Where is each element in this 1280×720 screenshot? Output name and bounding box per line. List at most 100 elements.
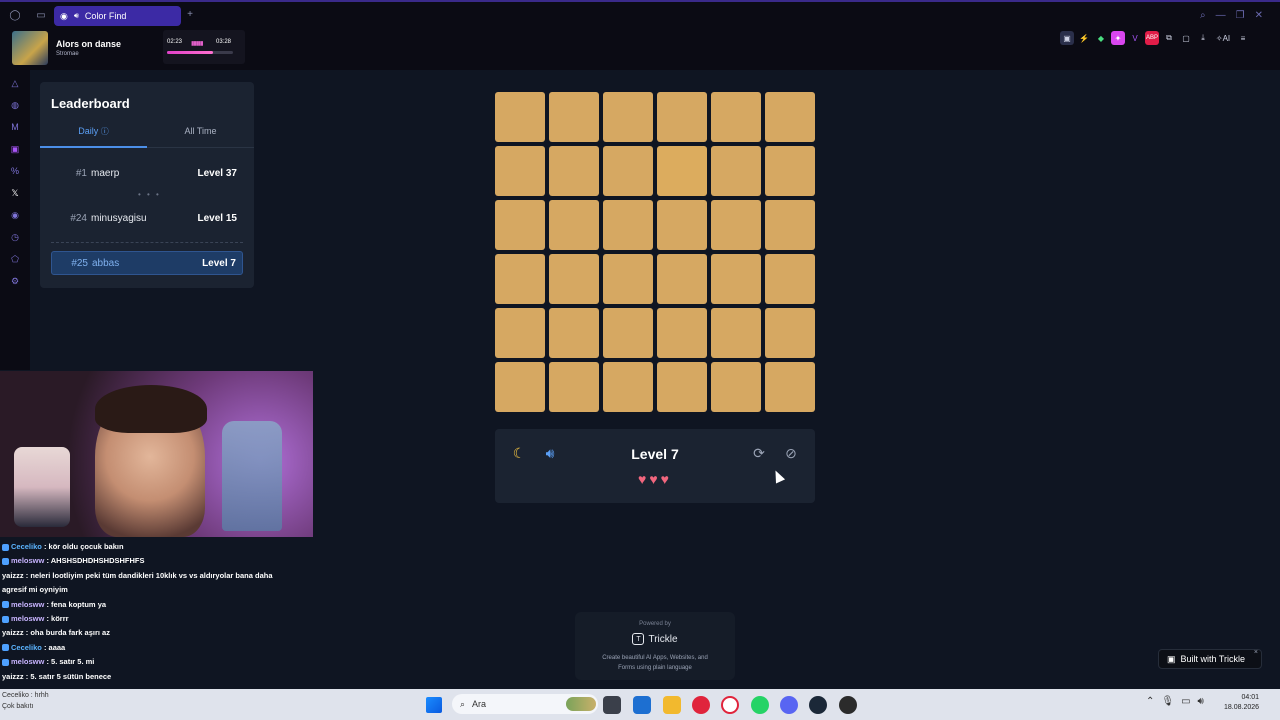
grid-cell[interactable] bbox=[765, 92, 815, 142]
chat-username[interactable]: melosww bbox=[11, 657, 44, 666]
minimize-button[interactable]: — bbox=[1216, 10, 1226, 21]
grid-cell[interactable] bbox=[711, 362, 761, 412]
chat-username[interactable]: melosww bbox=[11, 614, 44, 623]
grid-cell[interactable] bbox=[495, 92, 545, 142]
grid-cell[interactable] bbox=[765, 146, 815, 196]
media-player-icon[interactable] bbox=[692, 696, 710, 714]
app-icon[interactable] bbox=[839, 696, 857, 714]
chat-badge-icon bbox=[2, 601, 9, 609]
grid-cell[interactable] bbox=[603, 200, 653, 250]
grid-cell[interactable] bbox=[711, 92, 761, 142]
info-icon[interactable]: ⓘ bbox=[101, 127, 109, 136]
chat-username[interactable]: Ceceliko bbox=[11, 643, 42, 652]
microphone-icon[interactable]: 🎙︎ bbox=[1161, 696, 1174, 707]
x-icon[interactable]: 𝕏 bbox=[8, 186, 22, 200]
player-progress[interactable]: 02:23 ▮▮▮▮▮ 03:28 bbox=[163, 30, 245, 64]
grid-cell[interactable] bbox=[711, 308, 761, 358]
ai-icon[interactable]: ✧AI bbox=[1213, 31, 1233, 45]
built-with-trickle-badge[interactable]: ▣ Built with Trickle × bbox=[1158, 649, 1262, 669]
grid-cell[interactable] bbox=[549, 308, 599, 358]
grid-cell[interactable] bbox=[765, 200, 815, 250]
grid-cell[interactable] bbox=[657, 92, 707, 142]
display-icon[interactable]: ▭ bbox=[1181, 696, 1190, 707]
tab-all-time[interactable]: All Time bbox=[147, 126, 254, 148]
whatsapp-icon[interactable] bbox=[751, 696, 769, 714]
close-icon[interactable]: × bbox=[1254, 649, 1258, 656]
extensions-puzzle-icon[interactable]: ⧉ bbox=[1162, 31, 1176, 45]
extension-5-icon[interactable]: V bbox=[1128, 31, 1142, 45]
outlook-icon[interactable] bbox=[633, 696, 651, 714]
grid-cell[interactable] bbox=[495, 146, 545, 196]
wallet-icon[interactable]: ▢ bbox=[1179, 31, 1193, 45]
grid-cell[interactable] bbox=[603, 362, 653, 412]
chat-username[interactable]: melosww bbox=[11, 600, 44, 609]
grid-cell[interactable] bbox=[603, 308, 653, 358]
grid-cell[interactable] bbox=[711, 146, 761, 196]
chat-username[interactable]: Ceceliko bbox=[11, 542, 42, 551]
audio-playing-icon[interactable]: 🔊︎ bbox=[74, 11, 79, 21]
grid-cell[interactable] bbox=[765, 362, 815, 412]
close-button[interactable]: ✕ bbox=[1255, 10, 1263, 21]
grid-cell[interactable] bbox=[657, 308, 707, 358]
grid-cell[interactable] bbox=[495, 308, 545, 358]
grid-cell[interactable] bbox=[495, 254, 545, 304]
progress-bar[interactable] bbox=[167, 51, 233, 54]
grid-cell[interactable] bbox=[765, 254, 815, 304]
extension-2-icon[interactable]: ⚡ bbox=[1077, 31, 1091, 45]
history-icon[interactable]: ◷ bbox=[8, 230, 22, 244]
apps-icon[interactable]: △ bbox=[8, 76, 22, 90]
grid-cell[interactable] bbox=[657, 254, 707, 304]
mail-icon[interactable]: M bbox=[8, 120, 22, 134]
download-icon[interactable]: ⤓ bbox=[1196, 31, 1210, 45]
chat-message: melosww : körrr bbox=[2, 612, 311, 626]
taskbar-clock[interactable]: 04:01 18.08.2026 bbox=[1224, 693, 1259, 713]
task-view-icon[interactable] bbox=[603, 696, 621, 714]
extension-4-icon[interactable]: ✦ bbox=[1111, 31, 1125, 45]
grid-cell[interactable] bbox=[711, 200, 761, 250]
tab-color-find[interactable]: ◉ 🔊︎ Color Find bbox=[54, 6, 181, 26]
grid-cell[interactable] bbox=[549, 254, 599, 304]
file-explorer-icon[interactable] bbox=[663, 696, 681, 714]
powered-by-card[interactable]: Powered by T Trickle Create beautiful AI… bbox=[575, 612, 735, 680]
grid-cell[interactable] bbox=[603, 254, 653, 304]
grid-cell[interactable] bbox=[765, 308, 815, 358]
grid-cell[interactable] bbox=[495, 200, 545, 250]
grid-cell[interactable] bbox=[603, 92, 653, 142]
chat-username[interactable]: melosww bbox=[11, 556, 44, 565]
maximize-button[interactable]: ❐ bbox=[1236, 10, 1245, 21]
discord-icon[interactable] bbox=[780, 696, 798, 714]
tab-manager-icon[interactable]: ▭ bbox=[34, 8, 48, 22]
messenger-icon[interactable]: ◍ bbox=[8, 98, 22, 112]
grid-cell[interactable] bbox=[549, 146, 599, 196]
windows-start-icon[interactable] bbox=[426, 697, 442, 713]
refresh-icon[interactable]: ⟳ bbox=[750, 444, 768, 462]
grid-cell[interactable] bbox=[603, 146, 653, 196]
adblock-icon[interactable]: ABP bbox=[1145, 31, 1159, 45]
settings-icon[interactable]: ⚙ bbox=[8, 274, 22, 288]
player-icon[interactable]: ◉ bbox=[8, 208, 22, 222]
grid-cell[interactable] bbox=[549, 362, 599, 412]
opera-gx-icon[interactable] bbox=[721, 696, 739, 714]
grid-cell[interactable] bbox=[711, 254, 761, 304]
menu-icon[interactable]: ≡ bbox=[1236, 31, 1250, 45]
tab-daily[interactable]: Daily ⓘ bbox=[40, 126, 147, 148]
grid-cell[interactable] bbox=[549, 200, 599, 250]
twitch-icon[interactable]: ▣ bbox=[8, 142, 22, 156]
volume-icon[interactable]: 🔊︎ bbox=[1198, 696, 1204, 707]
grid-cell[interactable] bbox=[657, 362, 707, 412]
tray-chevron-icon[interactable]: ⌃ bbox=[1146, 696, 1154, 707]
extensions-icon[interactable]: ⬠ bbox=[8, 252, 22, 266]
grid-cell-odd[interactable] bbox=[657, 146, 707, 196]
grid-cell[interactable] bbox=[549, 92, 599, 142]
extension-3-icon[interactable]: ◆ bbox=[1094, 31, 1108, 45]
percent-icon[interactable]: % bbox=[8, 164, 22, 178]
taskbar-search[interactable]: ⌕ Ara bbox=[452, 694, 598, 714]
grid-cell[interactable] bbox=[495, 362, 545, 412]
search-tabs-icon[interactable]: ⌕ bbox=[1200, 10, 1206, 21]
browser-logo-icon[interactable]: ◯ bbox=[8, 8, 22, 22]
extension-1-icon[interactable]: ▣ bbox=[1060, 31, 1074, 45]
new-tab-button[interactable]: + bbox=[183, 7, 197, 21]
eye-off-icon[interactable]: ⊘ bbox=[782, 444, 800, 462]
steam-icon[interactable] bbox=[809, 696, 827, 714]
grid-cell[interactable] bbox=[657, 200, 707, 250]
